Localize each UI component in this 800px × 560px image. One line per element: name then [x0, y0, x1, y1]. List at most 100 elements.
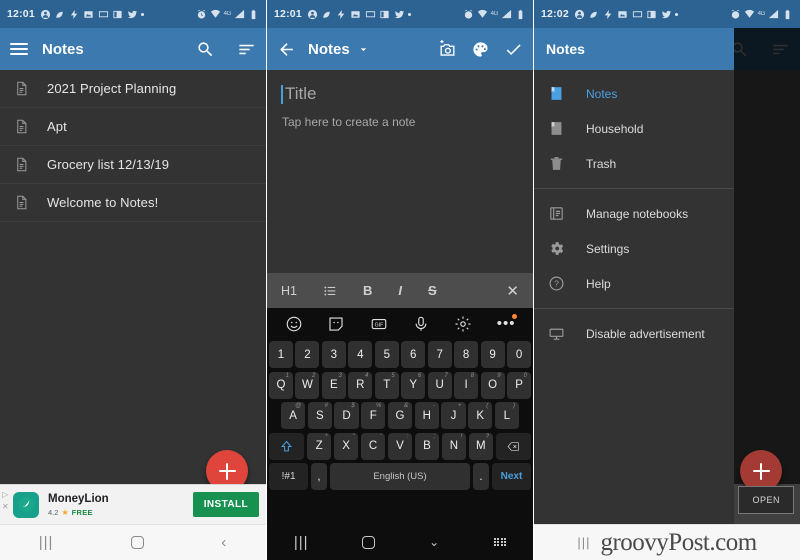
key-l[interactable]: ) L [494, 402, 519, 429]
comma-key[interactable]: , [310, 463, 328, 490]
key-b[interactable]: ; B [414, 432, 440, 460]
drawer-item-disable-advertisement[interactable]: Disable advertisement [534, 316, 734, 351]
install-button[interactable]: INSTALL [192, 492, 259, 517]
key-8[interactable]: 8 [454, 341, 479, 368]
key-y[interactable]: 6Y [401, 371, 426, 399]
key-alt: ) [512, 403, 515, 409]
backspace-key[interactable] [495, 432, 531, 460]
home-button[interactable] [130, 536, 144, 549]
key-r[interactable]: 4R [348, 371, 373, 399]
alarm-icon [196, 9, 207, 20]
key-j[interactable]: + J [441, 402, 466, 429]
key-9[interactable]: 9 [480, 341, 505, 368]
chevron-down-icon[interactable] [357, 43, 370, 56]
symbols-key[interactable]: !#1 [269, 463, 309, 490]
key-4[interactable]: 4 [348, 341, 373, 368]
drawer-item-trash[interactable]: Trash [534, 146, 734, 181]
key-alt: ( [486, 403, 489, 409]
drawer-item-help[interactable]: ? Help [534, 266, 734, 301]
key-z[interactable]: * Z [306, 432, 332, 460]
key-h[interactable]: -H [414, 402, 439, 429]
shift-key[interactable] [269, 432, 305, 460]
key-a[interactable]: @ A [281, 402, 306, 429]
sort-icon[interactable] [237, 40, 256, 59]
home-button[interactable] [362, 535, 376, 549]
back-arrow-icon[interactable] [277, 40, 296, 59]
italic-button[interactable]: I [398, 283, 402, 298]
key-d[interactable]: $ D [334, 402, 359, 429]
key-k[interactable]: (K [468, 402, 493, 429]
list-item[interactable]: 2021 Project Planning [0, 70, 266, 108]
network-label: 4G [223, 11, 232, 17]
keyboard-icon[interactable] [493, 537, 507, 547]
list-item[interactable]: Apt [0, 108, 266, 146]
strikethrough-button[interactable]: S [428, 283, 437, 298]
key-w[interactable]: 2W [295, 371, 320, 399]
period-key[interactable]: . [472, 463, 490, 490]
bold-button[interactable]: B [363, 283, 372, 298]
recents-button[interactable]: ||| [294, 534, 309, 551]
status-system-icons: 4G [730, 9, 793, 20]
mic-icon[interactable] [412, 315, 430, 333]
recents-button[interactable]: ||| [39, 534, 54, 551]
key-g[interactable]: & G [387, 402, 413, 429]
key-5[interactable]: 5 [374, 341, 399, 368]
emoji-icon[interactable] [285, 315, 303, 333]
key-label: Q [276, 379, 286, 391]
palette-icon[interactable] [471, 40, 490, 59]
check-icon[interactable] [504, 40, 523, 59]
drawer-item-manage-notebooks[interactable]: Manage notebooks [534, 196, 734, 231]
drawer-item-notes[interactable]: Notes [534, 76, 734, 111]
gif-icon[interactable]: GIF [370, 315, 388, 333]
key-alt: ? [485, 433, 490, 440]
key-e[interactable]: 3E [321, 371, 346, 399]
close-icon[interactable]: ✕ [506, 282, 519, 300]
key-m[interactable]: ? M [468, 432, 494, 460]
key-s[interactable]: # S [307, 402, 332, 429]
open-button[interactable]: OPEN [738, 486, 794, 514]
key-q[interactable]: 1Q [268, 371, 293, 399]
key-alt: ; [433, 433, 436, 440]
key-7[interactable]: 7 [427, 341, 452, 368]
ad-banner[interactable]: ▷ ✕ MoneyLion 4.2 ★ FREE INSTALL [0, 484, 266, 524]
more-icon[interactable]: ••• [497, 314, 517, 333]
status-notification-icons [574, 9, 730, 20]
key-p[interactable]: 0P [507, 371, 532, 399]
key-6[interactable]: 6 [401, 341, 426, 368]
next-key[interactable]: Next [491, 463, 532, 490]
monitor-ad-icon [548, 325, 565, 342]
settings-icon[interactable] [454, 315, 472, 333]
key-x[interactable]: " X [333, 432, 359, 460]
key-f[interactable]: % F [361, 402, 386, 429]
drawer-item-household[interactable]: Household [534, 111, 734, 146]
bullet-list-icon[interactable] [323, 284, 337, 298]
ad-close-icon[interactable]: ✕ [2, 503, 9, 511]
drawer-item-settings[interactable]: Settings [534, 231, 734, 266]
key-v[interactable]: :V [387, 432, 413, 460]
key-i[interactable]: 8I [454, 371, 479, 399]
list-item[interactable]: Welcome to Notes! [0, 184, 266, 222]
hamburger-icon[interactable] [10, 40, 28, 59]
key-t[interactable]: 5T [374, 371, 399, 399]
key-0[interactable]: 0 [507, 341, 532, 368]
app-bar: Notes [0, 28, 266, 70]
key-n[interactable]: ! N [441, 432, 467, 460]
key-c[interactable]: ' C [360, 432, 386, 460]
key-o[interactable]: 9O [480, 371, 505, 399]
key-3[interactable]: 3 [321, 341, 346, 368]
heading1-button[interactable]: H1 [281, 284, 297, 298]
space-key[interactable]: English (US) [329, 463, 471, 490]
key-2[interactable]: 2 [295, 341, 320, 368]
panel-notes-list: 12:01 4G Notes 2021 Project Planning Apt… [0, 0, 267, 560]
sticker-icon[interactable] [327, 315, 345, 333]
key-u[interactable]: 7U [427, 371, 452, 399]
back-button[interactable]: ‹ [221, 534, 227, 551]
note-title-field[interactable]: Title [267, 70, 533, 104]
alarm-icon [730, 9, 741, 20]
key-1[interactable]: 1 [268, 341, 293, 368]
hide-keyboard-button[interactable]: ⌄ [429, 535, 440, 549]
list-item[interactable]: Grocery list 12/13/19 [0, 146, 266, 184]
note-body-placeholder[interactable]: Tap here to create a note [267, 104, 533, 129]
add-photo-icon[interactable] [438, 39, 457, 59]
search-icon[interactable] [196, 40, 215, 59]
